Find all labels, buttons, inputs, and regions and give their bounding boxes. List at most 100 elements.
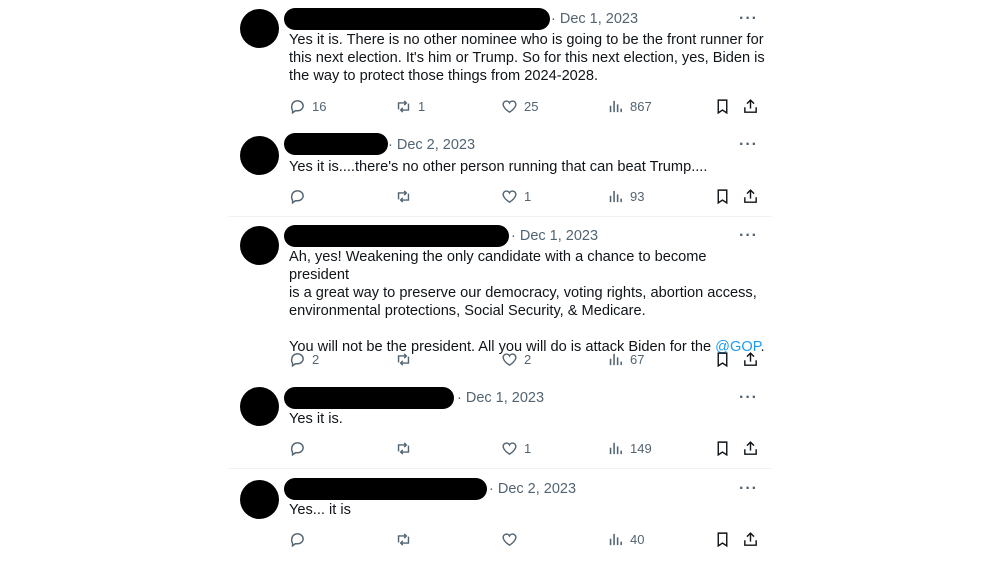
tweet-date[interactable]: · Dec 1, 2023 [551,11,638,27]
reply-icon [290,100,304,115]
like-button[interactable]: 25 [501,98,538,115]
views-button[interactable]: 67 [607,351,644,368]
repost-button[interactable] [395,531,418,548]
tweet[interactable]: · Dec 1, 2023 ··· Ah, yes! Weakening the… [228,217,772,378]
views-button[interactable]: 93 [607,188,644,205]
share-button[interactable] [742,351,759,368]
bookmark-icon [717,99,728,115]
tweet-text: Yes it is. [289,411,343,427]
more-icon[interactable]: ··· [739,480,758,498]
views-count: 867 [630,99,652,114]
tweet-text: Yes it is....there's no other person run… [289,159,708,175]
share-button[interactable] [742,440,759,457]
avatar[interactable] [240,136,279,175]
like-icon [502,190,517,204]
tweet[interactable]: · Dec 1, 2023 ··· Yes it is. There is no… [228,0,772,128]
views-button[interactable]: 867 [607,98,652,115]
bookmark-button[interactable] [714,98,731,115]
repost-icon [397,533,410,546]
avatar[interactable] [240,480,279,519]
redacted-username [284,8,550,30]
reply-count: 2 [312,352,320,367]
views-button[interactable]: 40 [607,531,644,548]
like-count: 1 [524,441,532,456]
tweet-date[interactable]: · Dec 2, 2023 [489,481,576,497]
bookmark-button[interactable] [714,440,731,457]
like-icon [502,442,517,456]
redacted-username [284,225,509,247]
share-button[interactable] [742,531,759,548]
tweet-actions: 16 1 25 867 [289,98,759,118]
tweet-text: Ah, yes! Weakening the only candidate wi… [289,248,765,356]
tweet[interactable]: · Dec 1, 2023 ··· Yes it is. 1 149 [228,378,772,468]
like-count: 2 [524,352,532,367]
redacted-username [284,387,454,409]
repost-icon [397,100,410,113]
bookmark-icon [717,189,728,205]
more-icon[interactable]: ··· [739,136,758,154]
reply-button[interactable]: 16 [289,98,326,115]
share-icon [744,441,757,455]
reply-button[interactable] [289,188,312,205]
redacted-username [284,478,487,500]
like-icon [502,533,517,547]
share-button[interactable] [742,98,759,115]
repost-button[interactable] [395,351,418,368]
views-count: 40 [630,532,645,547]
like-icon [502,353,517,367]
share-icon [744,99,757,113]
tweet[interactable]: · Dec 2, 2023 ··· Yes it is....there's n… [228,128,772,216]
more-icon[interactable]: ··· [739,227,758,245]
tweet-date[interactable]: · Dec 2, 2023 [388,137,475,153]
views-count: 149 [630,441,652,456]
share-icon [744,352,757,366]
reply-icon [290,353,304,368]
repost-count: 1 [418,99,426,114]
reply-icon [290,533,304,548]
reply-button[interactable] [289,531,312,548]
like-icon [502,100,517,114]
bookmark-button[interactable] [714,188,731,205]
tweet-text: Yes... it is [289,502,351,518]
repost-button[interactable] [395,188,418,205]
tweet-actions: 1 149 [289,440,759,460]
tweet-text-end: . [760,339,765,355]
views-count: 93 [630,189,645,204]
like-button[interactable]: 1 [501,188,531,205]
views-icon [609,353,622,366]
views-icon [609,442,622,455]
views-button[interactable]: 149 [607,440,652,457]
share-button[interactable] [742,188,759,205]
like-button[interactable]: 1 [501,440,531,457]
bookmark-icon [717,352,728,368]
like-button[interactable] [501,531,524,548]
share-icon [744,532,757,546]
more-icon[interactable]: ··· [739,389,758,407]
redacted-username [284,133,388,155]
repost-icon [397,353,410,366]
tweet-text: Yes it is. There is no other nominee who… [289,32,765,84]
repost-icon [397,190,410,203]
tweet-actions: 1 93 [289,188,759,208]
reply-icon [290,442,304,457]
bookmark-icon [717,441,728,457]
more-icon[interactable]: ··· [739,10,758,28]
tweet-date[interactable]: · Dec 1, 2023 [511,228,598,244]
repost-button[interactable]: 1 [395,98,425,115]
views-icon [609,100,622,113]
avatar[interactable] [240,9,279,48]
avatar[interactable] [240,226,279,265]
reply-button[interactable]: 2 [289,351,319,368]
bookmark-button[interactable] [714,531,731,548]
like-button[interactable]: 2 [501,351,531,368]
reply-button[interactable] [289,440,312,457]
tweet[interactable]: · Dec 2, 2023 ··· Yes... it is 40 [228,469,772,563]
views-count: 67 [630,352,645,367]
tweet-date[interactable]: · Dec 1, 2023 [457,390,544,406]
reply-icon [290,190,304,205]
repost-button[interactable] [395,440,418,457]
tweet-text-main: Ah, yes! Weakening the only candidate wi… [289,249,757,355]
avatar[interactable] [240,387,279,426]
tweet-actions: 40 [289,531,759,551]
bookmark-button[interactable] [714,351,731,368]
